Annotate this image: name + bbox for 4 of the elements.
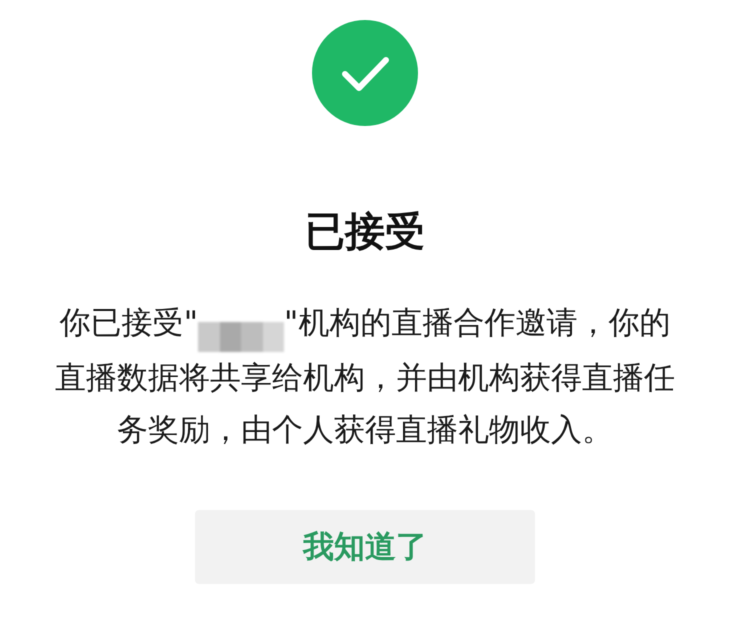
message-text: 你已接受" "机构的直播合作邀请，你的直播数据将共享给机构，并由机构获得直播任务奖励，由个人获得直播礼物收入。 (54, 304, 676, 450)
confirm-button[interactable]: 我知道了 (195, 510, 535, 584)
check-circle-icon (312, 20, 418, 126)
dialog-title: 已接受 (305, 208, 425, 257)
